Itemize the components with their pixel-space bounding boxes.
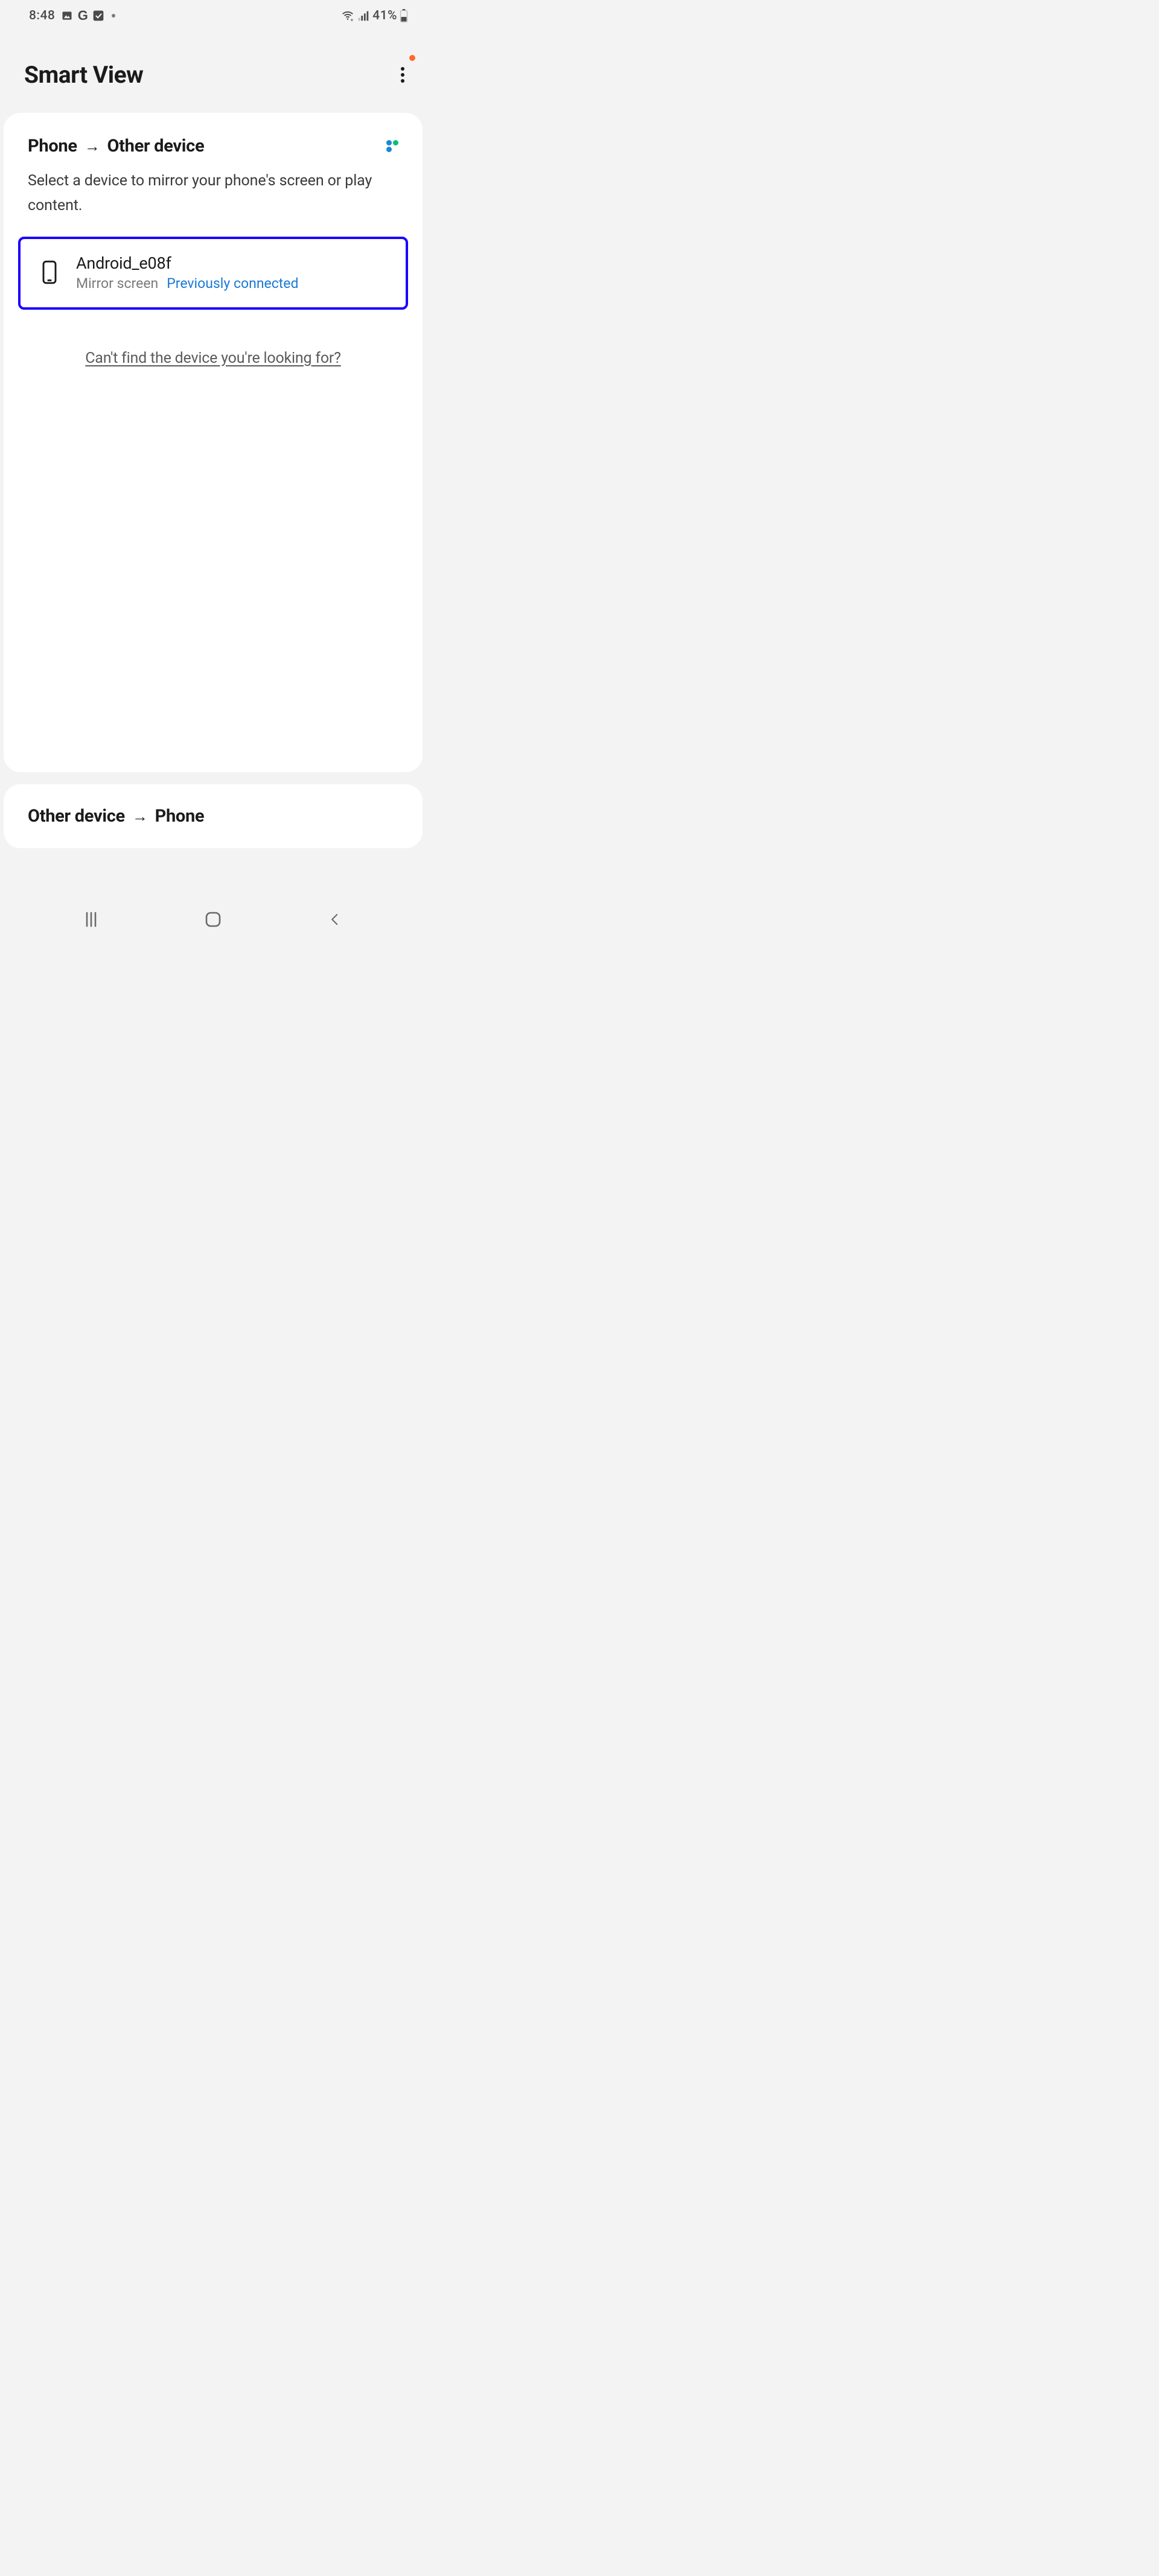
- phone-to-other-card: Phone → Other device Select a device to …: [4, 113, 423, 772]
- page-title: Smart View: [24, 61, 143, 89]
- status-bar: 8:48 G + 41%: [0, 0, 426, 28]
- check-badge-icon: [92, 10, 104, 22]
- picture-icon: [61, 10, 73, 22]
- home-button[interactable]: [201, 907, 225, 932]
- google-icon: G: [77, 10, 89, 22]
- navigation-bar: [0, 892, 426, 947]
- status-time: 8:48: [29, 8, 55, 23]
- battery-text: 41%: [372, 8, 397, 23]
- wifi-icon: +: [341, 9, 354, 22]
- page-header: Smart View: [0, 28, 426, 113]
- other-to-phone-card[interactable]: Other device → Phone: [4, 784, 423, 848]
- arrow-right-icon: →: [132, 807, 148, 826]
- battery-icon: [400, 8, 408, 23]
- phone-icon: [41, 260, 58, 284]
- section1-title: Phone → Other device: [28, 136, 204, 156]
- more-menu-button[interactable]: [401, 65, 404, 85]
- device-sub-action: Mirror screen: [76, 275, 158, 292]
- svg-text:+: +: [351, 18, 354, 22]
- device-name: Android_e08f: [76, 254, 298, 273]
- help-link[interactable]: Can't find the device you're looking for…: [4, 310, 423, 379]
- arrow-right-icon: →: [85, 137, 100, 156]
- signal-icon: [357, 9, 370, 22]
- device-sub-status: Previously connected: [167, 275, 298, 292]
- back-button[interactable]: [323, 907, 347, 932]
- section2-title: Other device → Phone: [28, 806, 398, 826]
- notification-dot-icon: [409, 55, 415, 61]
- recent-apps-button[interactable]: [79, 907, 103, 932]
- smartthings-icon[interactable]: [386, 140, 398, 152]
- section1-description: Select a device to mirror your phone's s…: [4, 156, 423, 233]
- device-item-android-e08f[interactable]: Android_e08f Mirror screen Previously co…: [18, 237, 408, 310]
- dot-icon: [112, 14, 115, 18]
